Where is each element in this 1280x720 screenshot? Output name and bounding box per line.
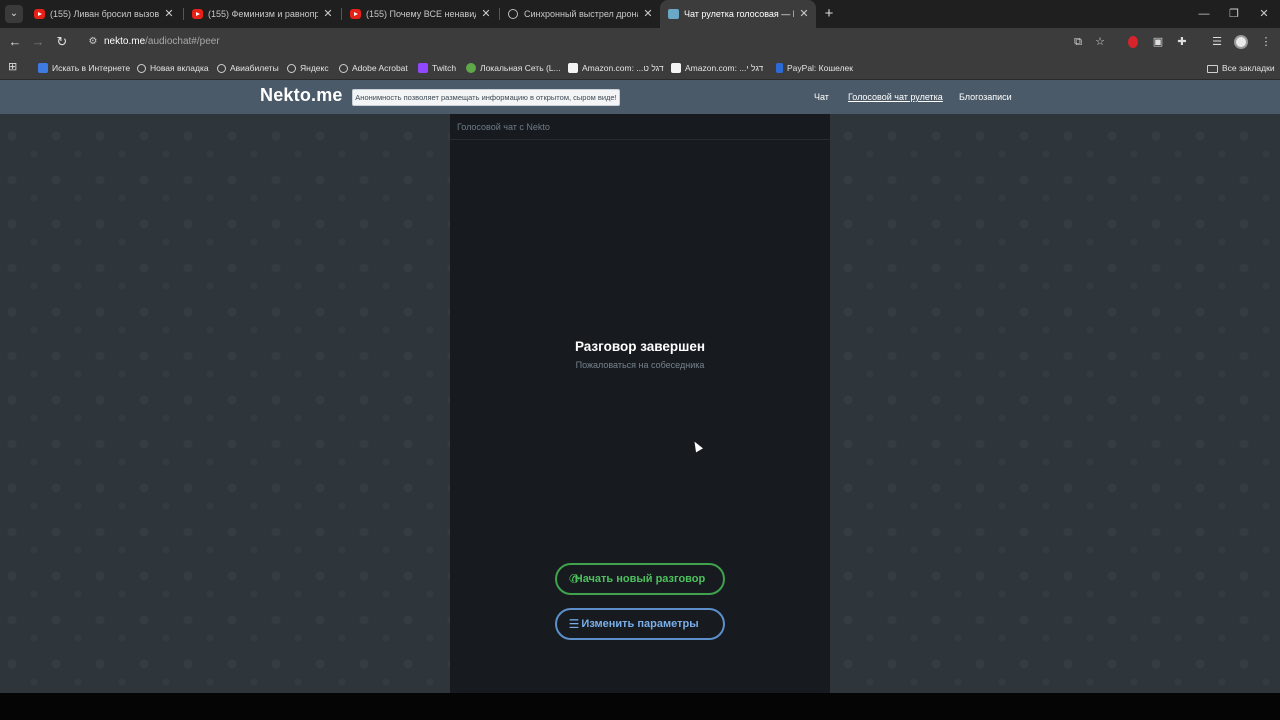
all-bookmarks-button[interactable]: Все закладки	[1207, 56, 1275, 80]
tab-1[interactable]: (155) Ливан бросил вызов Хезб ✕	[26, 0, 181, 28]
report-peer-link[interactable]: Пожаловаться на собеседника	[450, 360, 830, 370]
folder-icon	[1207, 65, 1218, 73]
panel-header: Голосовой чат с Nekto	[450, 114, 830, 140]
install-app-icon[interactable]: ⧉	[1070, 34, 1086, 50]
phone-icon: ✆	[568, 572, 580, 586]
bookmark-label: Adobe Acrobat	[352, 63, 408, 73]
globe-icon	[508, 9, 518, 19]
bookmark-label: Amazon.com: ...דגל ט	[582, 63, 664, 73]
page-content: Nekto.me Анонимность позволяет размещать…	[0, 80, 1280, 693]
extension-red-icon[interactable]	[1128, 36, 1138, 48]
site-info-icon[interactable]: ⚙	[86, 35, 100, 49]
bookmarks-bar: ⊞ Искать в Интернете Новая вкладка Авиаб…	[0, 56, 1280, 80]
bookmark-label: Авиабилеты	[230, 63, 279, 73]
bookmark-item[interactable]: Amazon.com: ...דגל ט	[568, 56, 664, 80]
globe-icon	[287, 64, 296, 73]
bookmark-label: Twitch	[432, 63, 457, 73]
youtube-icon	[350, 9, 361, 19]
tab-2[interactable]: (155) Феминизм и равноправие ✕	[184, 0, 340, 28]
url-text[interactable]: nekto.me/audiochat#/peer	[104, 32, 220, 52]
restore-icon[interactable]: ❐	[1218, 0, 1250, 28]
close-window-icon[interactable]: ✕	[1248, 0, 1280, 28]
conversation-ended-title: Разговор завершен	[574, 339, 706, 354]
globe-icon	[339, 64, 348, 73]
nav-link-voice-chat[interactable]: Голосовой чат рулетка	[848, 80, 943, 114]
chat-panel: Голосовой чат с Nekto Разговор завершен …	[450, 114, 830, 693]
bookmark-item[interactable]: PayPal: Кошелек	[776, 56, 853, 80]
close-icon[interactable]: ✕	[480, 0, 492, 28]
tab-title: (155) Ливан бросил вызов Хезб	[50, 9, 159, 19]
bookmark-label: Яндекс	[300, 63, 329, 73]
reading-list-icon[interactable]: ☰	[1209, 34, 1225, 50]
bookmark-label: PayPal: Кошелек	[787, 63, 854, 73]
bookmark-item[interactable]: Новая вкладка	[137, 56, 209, 80]
paypal-icon	[776, 63, 783, 73]
network-icon	[466, 63, 476, 73]
notice-banner: Анонимность позволяет размещать информац…	[352, 89, 620, 106]
apps-grid-icon[interactable]: ⊞	[8, 62, 19, 73]
start-new-conversation-button[interactable]: ✆ Начать новый разговор	[555, 563, 725, 595]
bookmark-item[interactable]: Twitch	[418, 56, 456, 80]
all-bookmarks-label: Все закладки	[1222, 63, 1275, 73]
site-logo[interactable]: Nekto.me	[260, 85, 343, 106]
bookmark-label: Amazon.com: ...דגל י	[685, 63, 764, 73]
browser-toolbar: ← → ↻ ⚙ nekto.me/audiochat#/peer ⧉ ☆ ▣ ✚…	[0, 28, 1280, 56]
new-tab-button[interactable]: +	[822, 0, 836, 28]
close-icon[interactable]: ✕	[642, 0, 654, 28]
minimize-icon[interactable]: —	[1188, 0, 1220, 28]
close-icon[interactable]: ✕	[798, 0, 810, 28]
youtube-icon	[34, 9, 45, 19]
extension-icon[interactable]: ▣	[1150, 34, 1166, 50]
forward-icon[interactable]: →	[28, 32, 48, 52]
tab-4[interactable]: Синхронный выстрел дрона ✕	[500, 0, 660, 28]
close-icon[interactable]: ✕	[322, 0, 334, 28]
start-new-label: Начать новый разговор	[574, 573, 706, 585]
globe-icon	[137, 64, 146, 73]
twitch-icon	[418, 63, 428, 73]
menu-icon[interactable]: ⋮	[1258, 34, 1274, 50]
tab-title: Чат рулетка голосовая — Nekto	[684, 9, 794, 19]
nav-link-chat[interactable]: Чат	[814, 80, 829, 114]
tab-strip: ⌄ (155) Ливан бросил вызов Хезб ✕ (155) …	[0, 0, 1280, 28]
change-params-button[interactable]: ☰ Изменить параметры	[555, 608, 725, 640]
change-params-label: Изменить параметры	[581, 618, 699, 630]
close-icon[interactable]: ✕	[163, 0, 175, 28]
reload-icon[interactable]: ↻	[52, 32, 72, 52]
site-header: Nekto.me Анонимность позволяет размещать…	[0, 80, 1280, 114]
bookmark-label: Локальная Сеть (L...	[480, 63, 561, 73]
tab-search-button[interactable]: ⌄	[5, 5, 23, 23]
tab-title: Синхронный выстрел дрона	[524, 9, 638, 19]
avatar[interactable]	[1234, 35, 1248, 49]
back-icon[interactable]: ←	[5, 32, 25, 52]
bookmark-item[interactable]: Adobe Acrobat	[339, 56, 408, 80]
settings-list-icon: ☰	[568, 617, 580, 631]
bookmark-item[interactable]: Локальная Сеть (L...	[466, 56, 561, 80]
url-path: /audiochat#/peer	[145, 36, 220, 47]
search-engine-icon	[38, 63, 48, 73]
youtube-icon	[192, 9, 203, 19]
address-bar[interactable]: ⚙ nekto.me/audiochat#/peer	[80, 32, 1120, 52]
bookmark-label: Искать в Интернете	[52, 63, 131, 73]
tab-title: (155) Почему ВСЕ ненавидят Г	[366, 9, 476, 19]
nav-link-blog[interactable]: Блогозаписи	[959, 80, 1012, 114]
taskbar-strip	[0, 693, 1280, 720]
nekto-icon	[668, 9, 679, 19]
tab-title: (155) Феминизм и равноправие	[208, 9, 318, 19]
bookmark-item[interactable]: Искать в Интернете	[38, 56, 130, 80]
bookmark-item[interactable]: Авиабилеты	[217, 56, 279, 80]
bookmark-star-icon[interactable]: ☆	[1092, 34, 1108, 50]
amazon-icon	[671, 63, 681, 73]
url-host: nekto.me	[104, 36, 146, 47]
globe-icon	[217, 64, 226, 73]
bookmark-item[interactable]: Яндекс	[287, 56, 329, 80]
bookmark-label: Новая вкладка	[150, 63, 209, 73]
tab-3[interactable]: (155) Почему ВСЕ ненавидят Г ✕	[342, 0, 498, 28]
tab-5-active[interactable]: Чат рулетка голосовая — Nekto ✕	[660, 0, 816, 28]
amazon-icon	[568, 63, 578, 73]
bookmark-item[interactable]: Amazon.com: ...דגל י	[671, 56, 763, 80]
extensions-puzzle-icon[interactable]: ✚	[1174, 34, 1190, 50]
